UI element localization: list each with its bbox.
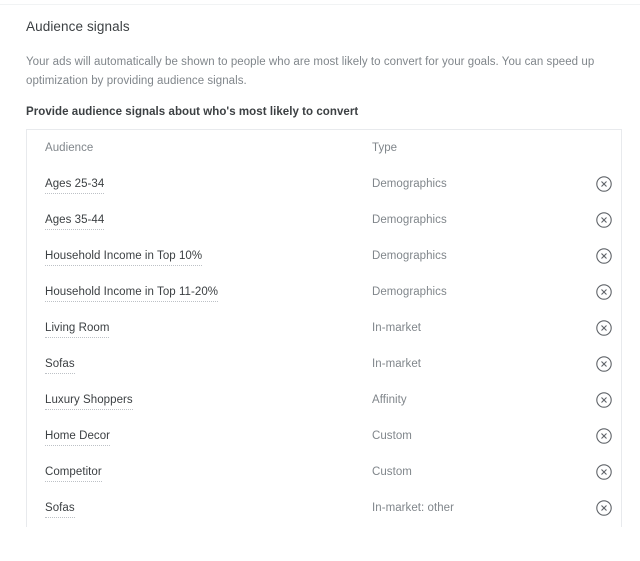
audience-name-link[interactable]: Sofas bbox=[45, 500, 75, 518]
table-row: Sofas In-market: other bbox=[27, 490, 621, 526]
audience-type-label: Custom bbox=[372, 430, 412, 442]
circle-x-icon[interactable] bbox=[593, 317, 615, 339]
table-row: Ages 25-34 Demographics bbox=[27, 166, 621, 202]
table-header-row: Audience Type bbox=[27, 130, 621, 166]
circle-x-icon[interactable] bbox=[593, 281, 615, 303]
circle-x-icon[interactable] bbox=[593, 245, 615, 267]
table-row: Household Income in Top 10% Demographics bbox=[27, 238, 621, 274]
circle-x-icon[interactable] bbox=[593, 461, 615, 483]
circle-x-icon[interactable] bbox=[593, 497, 615, 519]
audience-name-link[interactable]: Household Income in Top 11-20% bbox=[45, 284, 219, 302]
audience-name-link[interactable]: Sofas bbox=[45, 356, 75, 374]
panel-subtitle: Provide audience signals about who's mos… bbox=[26, 106, 359, 118]
column-header-type: Type bbox=[372, 142, 398, 154]
audience-type-label: Demographics bbox=[372, 214, 447, 226]
audience-table: Audience Type Ages 25-34 Demographics Ages… bbox=[27, 130, 621, 526]
circle-x-icon[interactable] bbox=[593, 173, 615, 195]
column-header-audience: Audience bbox=[45, 142, 94, 154]
table-row: Home Decor Custom bbox=[27, 418, 621, 454]
table-row: Household Income in Top 11-20% Demographi… bbox=[27, 274, 621, 310]
audience-type-label: Demographics bbox=[372, 178, 447, 190]
audience-name-link[interactable]: Household Income in Top 10% bbox=[45, 248, 203, 266]
audience-name-link[interactable]: Living Room bbox=[45, 320, 110, 338]
table-row: Sofas In-market bbox=[27, 346, 621, 382]
table-row: Competitor Custom bbox=[27, 454, 621, 490]
circle-x-icon[interactable] bbox=[593, 209, 615, 231]
circle-x-icon[interactable] bbox=[593, 353, 615, 375]
circle-x-icon[interactable] bbox=[593, 425, 615, 447]
audience-type-label: In-market bbox=[372, 322, 422, 334]
audience-type-label: In-market: other bbox=[372, 502, 454, 514]
audience-name-link[interactable]: Home Decor bbox=[45, 428, 111, 446]
circle-x-icon[interactable] bbox=[593, 389, 615, 411]
audience-type-label: In-market bbox=[372, 358, 422, 370]
panel-description: Your ads will automatically be shown to … bbox=[26, 56, 595, 87]
page-title: Audience signals bbox=[26, 19, 130, 34]
audience-type-label: Demographics bbox=[372, 286, 447, 298]
audience-name-link[interactable]: Ages 35-44 bbox=[45, 212, 105, 230]
table-row: Ages 35-44 Demographics bbox=[27, 202, 621, 238]
audience-name-link[interactable]: Competitor bbox=[45, 464, 102, 482]
audience-type-label: Affinity bbox=[372, 394, 407, 406]
audience-signals-panel: Audience signals Your ads will automatic… bbox=[0, 5, 640, 561]
audience-signals-card: Audience Type Ages 25-34 Demographics Ages… bbox=[26, 129, 622, 527]
table-row: Luxury Shoppers Affinity bbox=[27, 382, 621, 418]
audience-name-link[interactable]: Ages 25-34 bbox=[45, 176, 105, 194]
audience-name-link[interactable]: Luxury Shoppers bbox=[45, 392, 133, 410]
audience-type-label: Custom bbox=[372, 466, 412, 478]
table-row: Living Room In-market bbox=[27, 310, 621, 346]
audience-type-label: Demographics bbox=[372, 250, 447, 262]
